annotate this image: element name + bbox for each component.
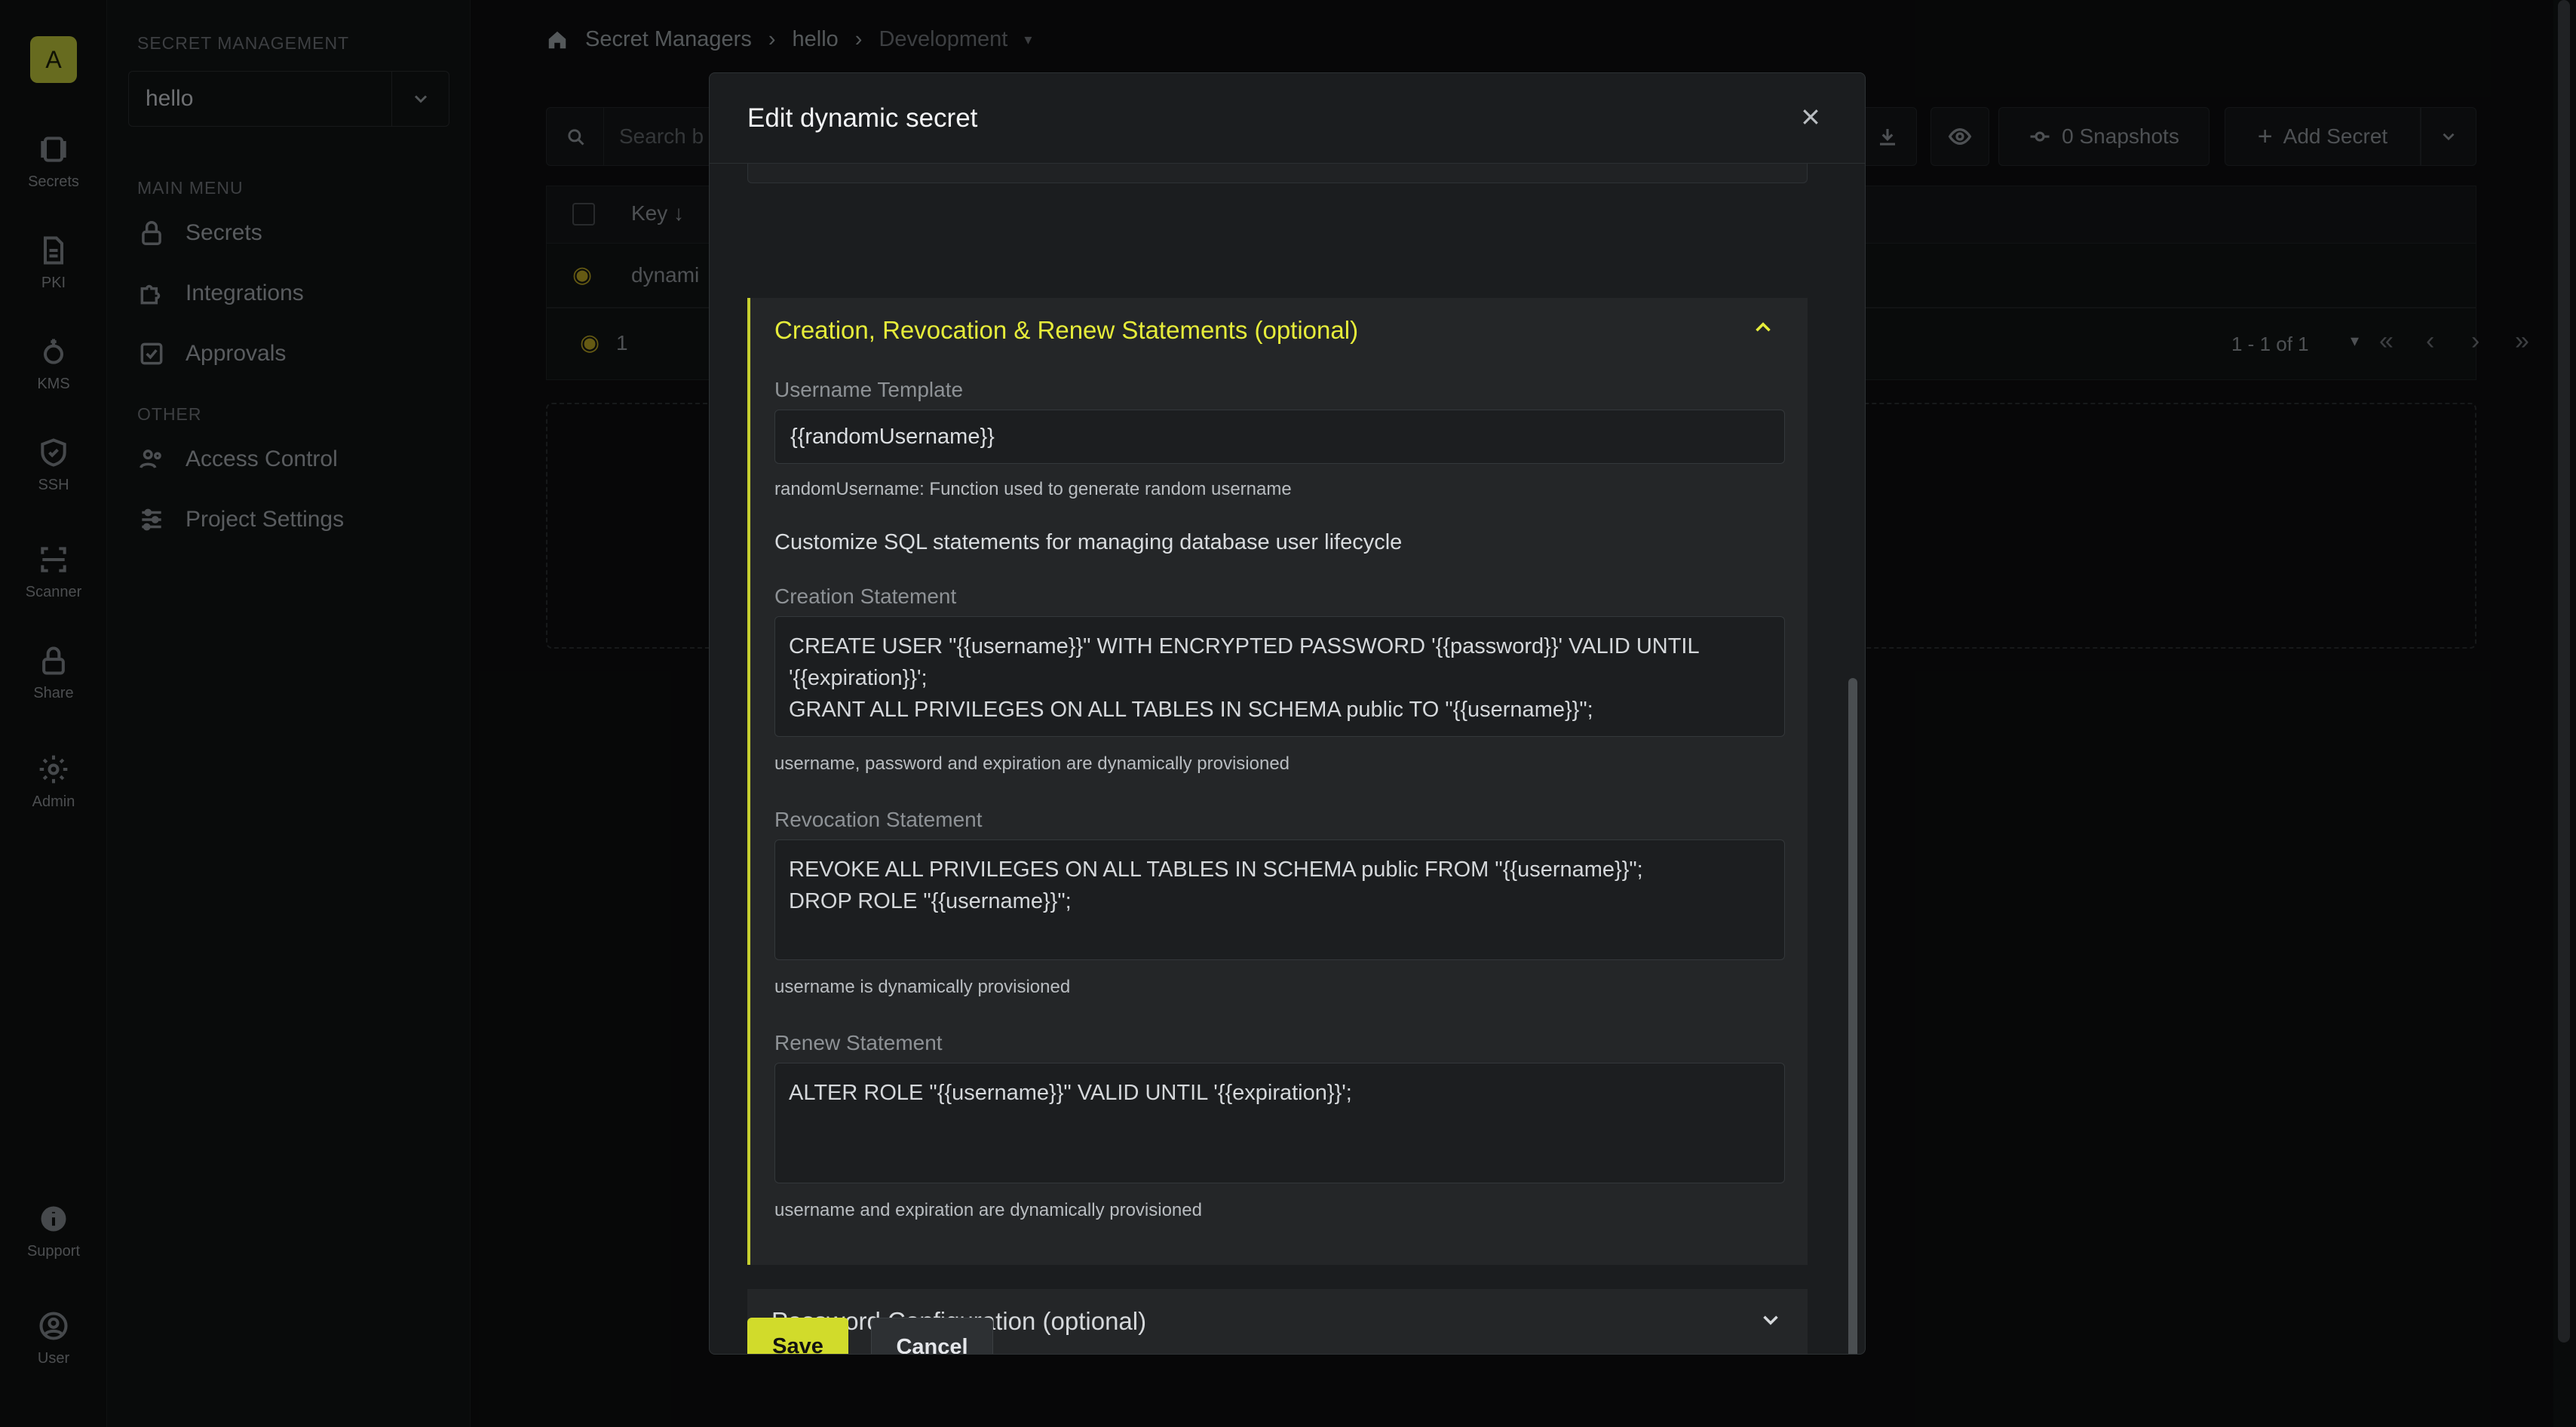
- close-icon: [1803, 109, 1818, 124]
- modal-scrollbar-thumb[interactable]: [1848, 678, 1857, 1354]
- revocation-statement-textarea[interactable]: REVOKE ALL PRIVILEGES ON ALL TABLES IN S…: [774, 839, 1785, 960]
- username-template-input[interactable]: {{randomUsername}}: [774, 410, 1785, 464]
- statements-section: Creation, Revocation & Renew Statements …: [747, 298, 1808, 1265]
- revocation-statement-help: username is dynamically provisioned: [774, 977, 1071, 997]
- cancel-button[interactable]: Cancel: [871, 1318, 993, 1354]
- close-button[interactable]: [1796, 102, 1826, 132]
- app-root: A Secrets PKI KMS SSH Scanner Share Admi…: [0, 0, 2576, 1427]
- username-template-label: Username Template: [774, 378, 964, 401]
- creation-statement-help: username, password and expiration are dy…: [774, 753, 1290, 774]
- chevron-up-icon: [1750, 315, 1776, 346]
- revocation-statement-label: Revocation Statement: [774, 808, 983, 831]
- statements-section-title: Creation, Revocation & Renew Statements …: [774, 316, 1359, 344]
- section-description: Customize SQL statements for managing da…: [774, 530, 1403, 554]
- renew-statement-textarea[interactable]: ALTER ROLE "{{username}}" VALID UNTIL '{…: [774, 1063, 1785, 1183]
- username-template-help: randomUsername: Function used to generat…: [774, 479, 1292, 499]
- previous-section-edge: [747, 164, 1808, 183]
- creation-statement-label: Creation Statement: [774, 585, 957, 608]
- creation-statement-textarea[interactable]: CREATE USER "{{username}}" WITH ENCRYPTE…: [774, 616, 1785, 737]
- renew-statement-label: Renew Statement: [774, 1031, 943, 1054]
- edit-dynamic-secret-modal: Edit dynamic secret Creation, Revocation…: [709, 72, 1866, 1355]
- modal-header: Edit dynamic secret: [710, 73, 1865, 164]
- renew-statement-help: username and expiration are dynamically …: [774, 1200, 1202, 1220]
- save-button[interactable]: Save: [747, 1318, 848, 1354]
- chevron-down-icon: [1758, 1307, 1783, 1339]
- modal-title: Edit dynamic secret: [747, 103, 978, 133]
- modal-body: Creation, Revocation & Renew Statements …: [747, 164, 1808, 1354]
- statements-section-header[interactable]: Creation, Revocation & Renew Statements …: [750, 298, 1808, 363]
